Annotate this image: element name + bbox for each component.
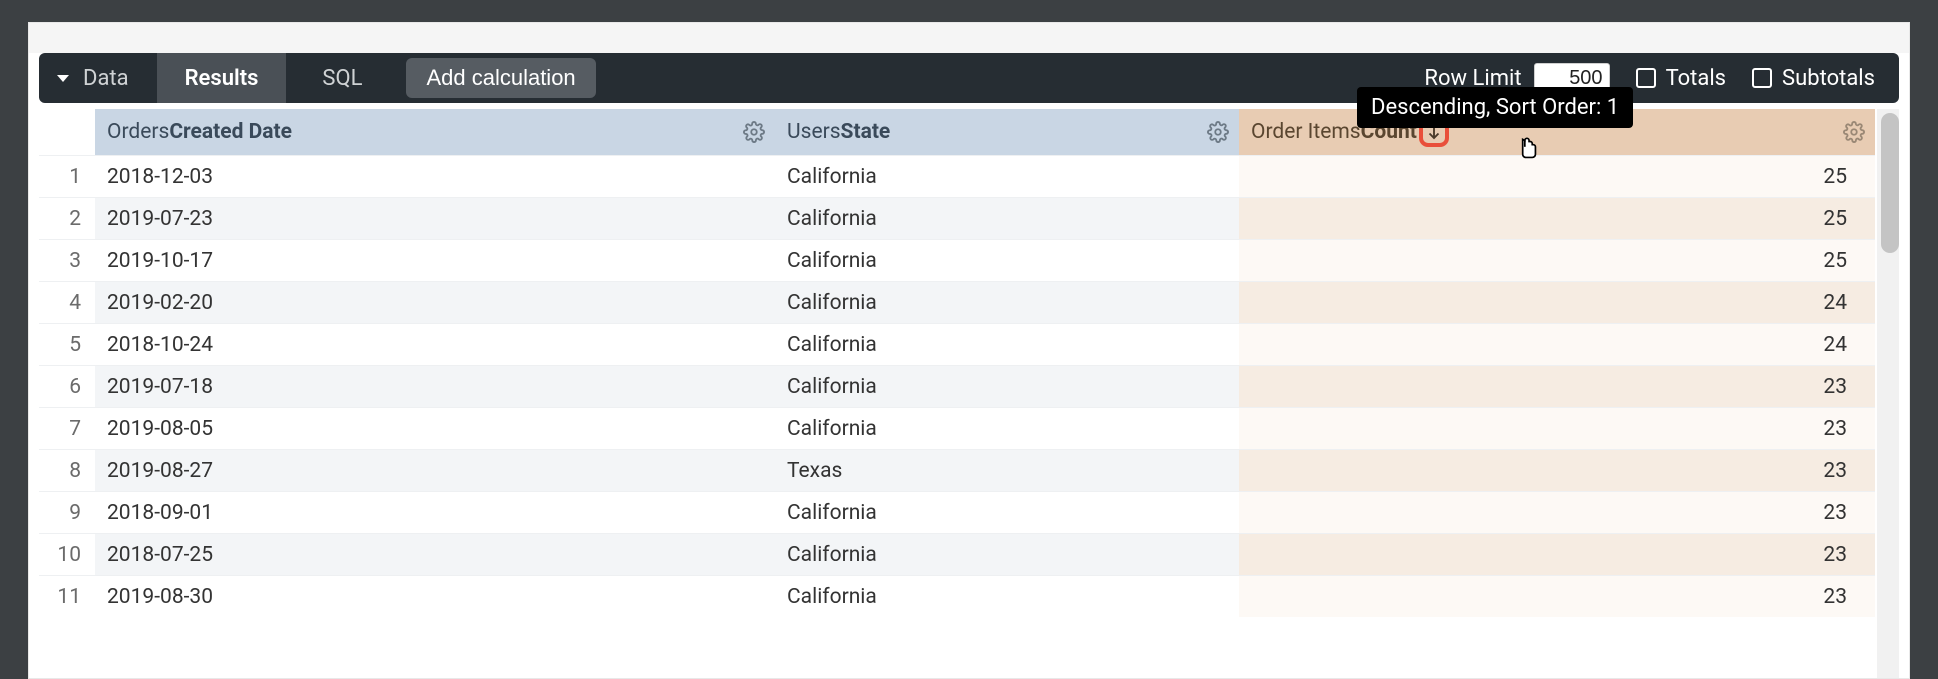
row-number: 5 — [39, 323, 95, 365]
header-prefix: Orders — [107, 120, 169, 144]
tab-results-label: Results — [185, 66, 259, 91]
cell-state: California — [775, 155, 1239, 197]
subtotals-label: Subtotals — [1782, 66, 1875, 91]
header-prefix: Users — [787, 120, 841, 144]
cell-count: 24 — [1239, 281, 1875, 323]
cell-state: California — [775, 365, 1239, 407]
cell-count: 25 — [1239, 197, 1875, 239]
cell-state: California — [775, 197, 1239, 239]
row-number: 2 — [39, 197, 95, 239]
totals-label: Totals — [1666, 66, 1726, 91]
gear-icon[interactable] — [743, 121, 765, 143]
gear-icon[interactable] — [1843, 121, 1865, 143]
totals-checkbox[interactable]: Totals — [1636, 66, 1726, 91]
cell-created-date: 2018-09-01 — [95, 491, 775, 533]
cell-count: 23 — [1239, 365, 1875, 407]
cell-created-date: 2019-02-20 — [95, 281, 775, 323]
row-number: 3 — [39, 239, 95, 281]
panel-top-strip — [29, 23, 1909, 53]
row-number: 11 — [39, 575, 95, 617]
row-number: 6 — [39, 365, 95, 407]
chevron-down-icon — [57, 75, 69, 82]
scrollbar-thumb[interactable] — [1881, 113, 1899, 253]
gear-icon[interactable] — [1207, 121, 1229, 143]
row-number: 7 — [39, 407, 95, 449]
cell-state: Texas — [775, 449, 1239, 491]
cell-count: 25 — [1239, 239, 1875, 281]
cell-created-date: 2019-10-17 — [95, 239, 775, 281]
tab-sql-label: SQL — [322, 66, 362, 91]
row-number: 9 — [39, 491, 95, 533]
header-rownum — [39, 109, 95, 155]
cell-created-date: 2019-08-27 — [95, 449, 775, 491]
cell-count: 23 — [1239, 533, 1875, 575]
row-number: 8 — [39, 449, 95, 491]
data-toolbar: Data Results SQL Add calculation Row Lim… — [39, 53, 1899, 103]
tab-results[interactable]: Results — [157, 53, 287, 103]
row-number: 4 — [39, 281, 95, 323]
cell-created-date: 2018-12-03 — [95, 155, 775, 197]
cell-state: California — [775, 533, 1239, 575]
cell-state: California — [775, 407, 1239, 449]
sort-tooltip: Descending, Sort Order: 1 — [1357, 87, 1633, 128]
cell-created-date: 2019-08-30 — [95, 575, 775, 617]
row-number: 1 — [39, 155, 95, 197]
header-users-state[interactable]: Users State — [775, 109, 1239, 155]
checkbox-icon — [1752, 68, 1772, 88]
cell-state: California — [775, 323, 1239, 365]
cell-state: California — [775, 281, 1239, 323]
cell-count: 23 — [1239, 491, 1875, 533]
header-prefix: Order Items — [1251, 120, 1361, 144]
cell-count: 23 — [1239, 449, 1875, 491]
subtotals-checkbox[interactable]: Subtotals — [1752, 66, 1875, 91]
header-field: Created Date — [169, 120, 292, 144]
header-orders-created-date[interactable]: Orders Created Date — [95, 109, 775, 155]
cell-state: California — [775, 239, 1239, 281]
cell-count: 24 — [1239, 323, 1875, 365]
cell-count: 25 — [1239, 155, 1875, 197]
add-calculation-button[interactable]: Add calculation — [406, 58, 595, 98]
cell-created-date: 2018-07-25 — [95, 533, 775, 575]
tab-sql[interactable]: SQL — [286, 53, 398, 103]
cell-created-date: 2018-10-24 — [95, 323, 775, 365]
cell-count: 23 — [1239, 407, 1875, 449]
tab-data[interactable]: Data — [39, 53, 157, 103]
cell-created-date: 2019-07-23 — [95, 197, 775, 239]
cell-created-date: 2019-08-05 — [95, 407, 775, 449]
row-number: 10 — [39, 533, 95, 575]
cell-state: California — [775, 575, 1239, 617]
tab-data-label: Data — [83, 66, 129, 91]
cell-created-date: 2019-07-18 — [95, 365, 775, 407]
header-field: State — [841, 120, 891, 144]
cell-count: 23 — [1239, 575, 1875, 617]
checkbox-icon — [1636, 68, 1656, 88]
cell-state: California — [775, 491, 1239, 533]
